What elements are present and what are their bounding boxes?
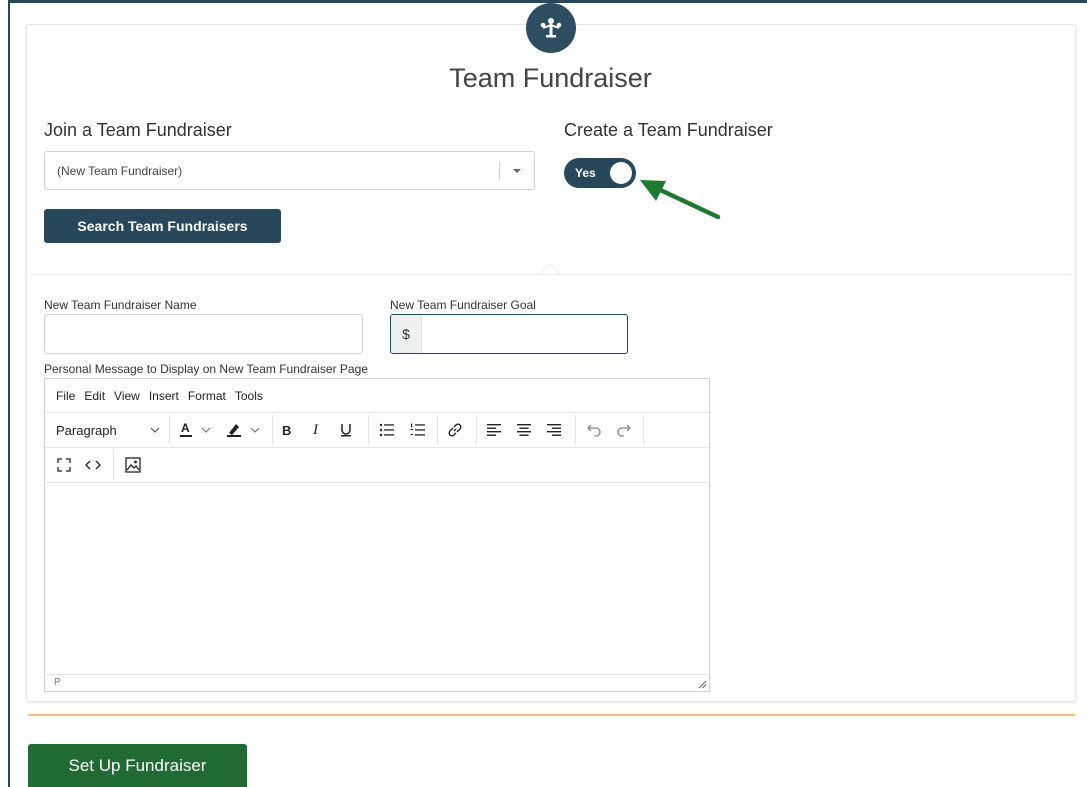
team-icon <box>526 3 576 53</box>
editor-toolbar-secondary <box>45 448 709 483</box>
source-code-button[interactable] <box>85 448 101 482</box>
redo-icon <box>617 424 631 437</box>
bullet-list-icon <box>379 423 394 437</box>
team-goal-input[interactable]: $ <box>390 314 628 354</box>
numbered-list-button[interactable] <box>410 413 426 447</box>
resize-handle-icon[interactable] <box>698 680 707 689</box>
undo-icon <box>587 424 601 437</box>
select-value: (New Team Fundraiser) <box>57 164 183 178</box>
team-name-input[interactable] <box>44 314 363 354</box>
editor-content-area[interactable] <box>45 483 709 675</box>
footer-divider <box>28 714 1075 716</box>
currency-prefix: $ <box>391 315 422 353</box>
bullet-list-button[interactable] <box>379 413 395 447</box>
undo-button[interactable] <box>586 413 602 447</box>
align-center-button[interactable] <box>517 413 531 447</box>
block-format-value: Paragraph <box>56 422 117 438</box>
toolbar-separator <box>272 415 273 445</box>
personal-message-label: Personal Message to Display on New Team … <box>44 362 368 376</box>
italic-button[interactable]: I <box>313 413 318 447</box>
toolbar-separator <box>476 415 477 445</box>
join-team-heading: Join a Team Fundraiser <box>44 120 232 140</box>
menu-tools[interactable]: Tools <box>235 389 263 403</box>
link-icon <box>448 423 462 437</box>
team-fundraiser-select[interactable]: (New Team Fundraiser) <box>44 151 535 190</box>
menu-file[interactable]: File <box>56 389 75 403</box>
toolbar-separator <box>113 450 114 480</box>
toolbar-separator <box>437 415 438 445</box>
fullscreen-button[interactable] <box>57 448 71 482</box>
search-team-fundraisers-button[interactable]: Search Team Fundraisers <box>44 209 281 243</box>
divider-notch <box>540 264 560 275</box>
highlighter-icon <box>227 424 260 437</box>
align-right-button[interactable] <box>547 413 561 447</box>
toolbar-separator <box>169 415 170 445</box>
chevron-down-icon[interactable] <box>513 169 521 173</box>
team-goal-label: New Team Fundraiser Goal <box>390 298 536 312</box>
menu-format[interactable]: Format <box>188 389 226 403</box>
editor-toolbar-primary: Paragraph A B I <box>45 413 709 448</box>
highlight-color-button[interactable] <box>225 413 265 447</box>
redo-button[interactable] <box>616 413 632 447</box>
underline-icon <box>341 424 351 437</box>
chevron-down-icon <box>150 427 160 433</box>
menu-view[interactable]: View <box>114 389 140 403</box>
text-color-icon: A <box>180 421 211 437</box>
fullscreen-icon <box>57 458 71 472</box>
select-separator <box>499 162 500 180</box>
editor-menubar: File Edit View Insert Format Tools <box>45 379 709 413</box>
toggle-knob <box>610 162 632 184</box>
bold-button[interactable]: B <box>282 413 291 447</box>
block-format-select[interactable]: Paragraph <box>56 413 164 447</box>
insert-image-button[interactable] <box>125 448 141 482</box>
align-center-icon <box>517 424 531 436</box>
annotation-arrow-icon <box>640 180 721 220</box>
image-icon <box>125 457 141 473</box>
menu-insert[interactable]: Insert <box>149 389 179 403</box>
element-path[interactable]: P <box>54 677 61 688</box>
toggle-label: Yes <box>575 166 596 180</box>
align-left-button[interactable] <box>487 413 501 447</box>
align-left-icon <box>487 424 501 436</box>
editor-statusbar: P <box>45 674 709 691</box>
toolbar-separator <box>368 415 369 445</box>
team-name-label: New Team Fundraiser Name <box>44 298 197 312</box>
toolbar-separator <box>575 415 576 445</box>
underline-button[interactable] <box>339 413 353 447</box>
menu-edit[interactable]: Edit <box>84 389 105 403</box>
code-icon <box>85 460 101 470</box>
page-title: Team Fundraiser <box>449 63 652 93</box>
create-team-toggle[interactable]: Yes <box>564 158 636 188</box>
svg-text:A: A <box>181 421 190 435</box>
toolbar-separator <box>643 415 644 445</box>
create-team-heading: Create a Team Fundraiser <box>564 120 773 140</box>
set-up-fundraiser-button[interactable]: Set Up Fundraiser <box>28 744 247 787</box>
rich-text-editor: File Edit View Insert Format Tools Parag… <box>44 378 710 692</box>
align-right-icon <box>547 424 561 436</box>
link-button[interactable] <box>447 413 463 447</box>
window-frame-left <box>8 0 10 787</box>
text-color-button[interactable]: A <box>178 413 216 447</box>
numbered-list-icon <box>410 423 425 436</box>
